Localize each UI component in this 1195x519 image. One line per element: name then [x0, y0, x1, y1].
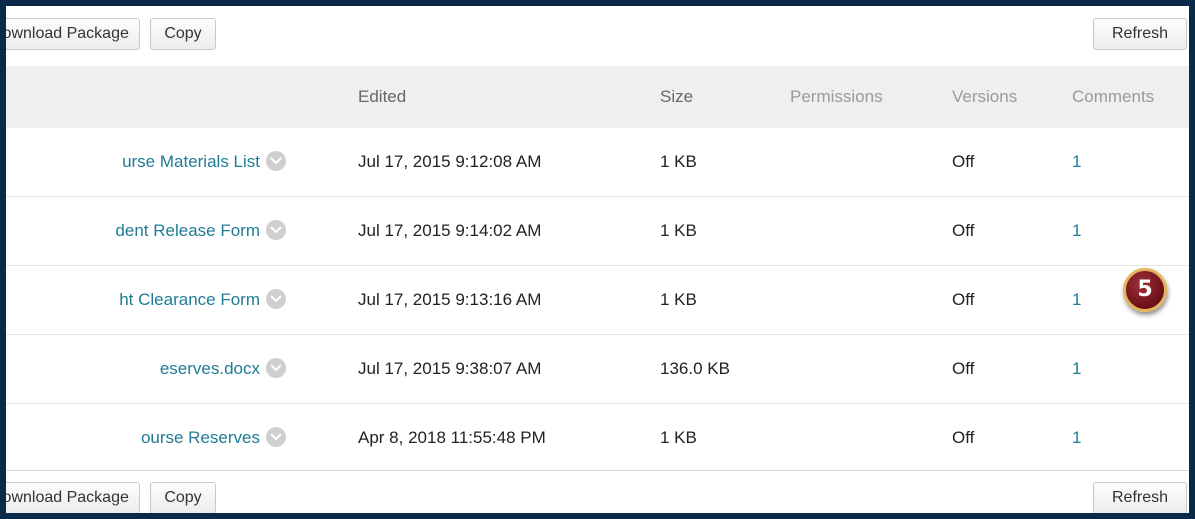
- column-header-versions: Versions: [952, 87, 1018, 106]
- item-name-cell: dent Release Form: [6, 197, 296, 265]
- item-name-cell: urse Materials List: [6, 128, 296, 196]
- table-row: eserves.docx Jul 17, 2015 9:38:07 AM 136…: [6, 335, 1189, 404]
- versions-cell: Off: [952, 152, 975, 171]
- bottom-action-bar: Download Package Copy Refresh: [6, 470, 1189, 513]
- edited-cell: Apr 8, 2018 11:55:48 PM: [358, 428, 546, 447]
- item-name-link[interactable]: ht Clearance Form: [119, 290, 260, 309]
- column-header-permissions: Permissions: [790, 87, 883, 106]
- item-name-cell: eserves.docx: [6, 335, 296, 403]
- chevron-down-icon[interactable]: [266, 357, 286, 378]
- comments-link[interactable]: 1: [1072, 404, 1081, 472]
- size-cell: 1 KB: [660, 290, 697, 309]
- column-header-edited[interactable]: Edited: [358, 66, 406, 128]
- chevron-down-icon[interactable]: [266, 150, 286, 171]
- chevron-down-icon[interactable]: [266, 219, 286, 240]
- comments-link[interactable]: 1: [1072, 197, 1081, 265]
- size-cell: 1 KB: [660, 221, 697, 240]
- versions-cell: Off: [952, 428, 975, 447]
- versions-cell: Off: [952, 359, 975, 378]
- item-name-link[interactable]: ourse Reserves: [141, 428, 260, 447]
- column-header-comments: Comments: [1072, 87, 1155, 106]
- item-name-cell: ht Clearance Form: [6, 266, 296, 334]
- copy-button[interactable]: Copy: [150, 18, 216, 50]
- comments-link[interactable]: 1: [1072, 128, 1081, 196]
- comments-link[interactable]: 1: [1072, 266, 1081, 334]
- refresh-button[interactable]: Refresh: [1093, 482, 1187, 513]
- table-row: ht Clearance Form Jul 17, 2015 9:13:16 A…: [6, 266, 1189, 335]
- table-row: ourse Reserves Apr 8, 2018 11:55:48 PM 1…: [6, 404, 1189, 473]
- top-action-bar: Download Package Copy Refresh: [6, 6, 1189, 56]
- edited-cell: Jul 17, 2015 9:38:07 AM: [358, 359, 542, 378]
- download-package-button[interactable]: Download Package: [6, 18, 140, 50]
- table-row: dent Release Form Jul 17, 2015 9:14:02 A…: [6, 197, 1189, 266]
- chevron-down-icon[interactable]: [266, 288, 286, 309]
- step-number-badge: 5: [1123, 268, 1167, 312]
- versions-cell: Off: [952, 290, 975, 309]
- column-header-size[interactable]: Size: [660, 66, 693, 128]
- size-cell: 1 KB: [660, 428, 697, 447]
- table-row: urse Materials List Jul 17, 2015 9:12:08…: [6, 128, 1189, 197]
- refresh-button[interactable]: Refresh: [1093, 18, 1187, 50]
- item-name-link[interactable]: eserves.docx: [160, 359, 260, 378]
- content-collection-panel: Download Package Copy Refresh Edited Siz…: [0, 0, 1195, 519]
- size-cell: 1 KB: [660, 152, 697, 171]
- table-header: Edited Size Permissions Versions Comment…: [6, 66, 1189, 128]
- chevron-down-icon[interactable]: [266, 426, 286, 447]
- item-name-link[interactable]: dent Release Form: [115, 221, 260, 240]
- comments-link[interactable]: 1: [1072, 335, 1081, 403]
- size-cell: 136.0 KB: [660, 359, 730, 378]
- edited-cell: Jul 17, 2015 9:13:16 AM: [358, 290, 542, 309]
- item-name-link[interactable]: urse Materials List: [122, 152, 260, 171]
- edited-cell: Jul 17, 2015 9:14:02 AM: [358, 221, 542, 240]
- item-name-cell: ourse Reserves: [6, 404, 296, 472]
- edited-cell: Jul 17, 2015 9:12:08 AM: [358, 152, 542, 171]
- download-package-button[interactable]: Download Package: [6, 482, 140, 513]
- versions-cell: Off: [952, 221, 975, 240]
- copy-button[interactable]: Copy: [150, 482, 216, 513]
